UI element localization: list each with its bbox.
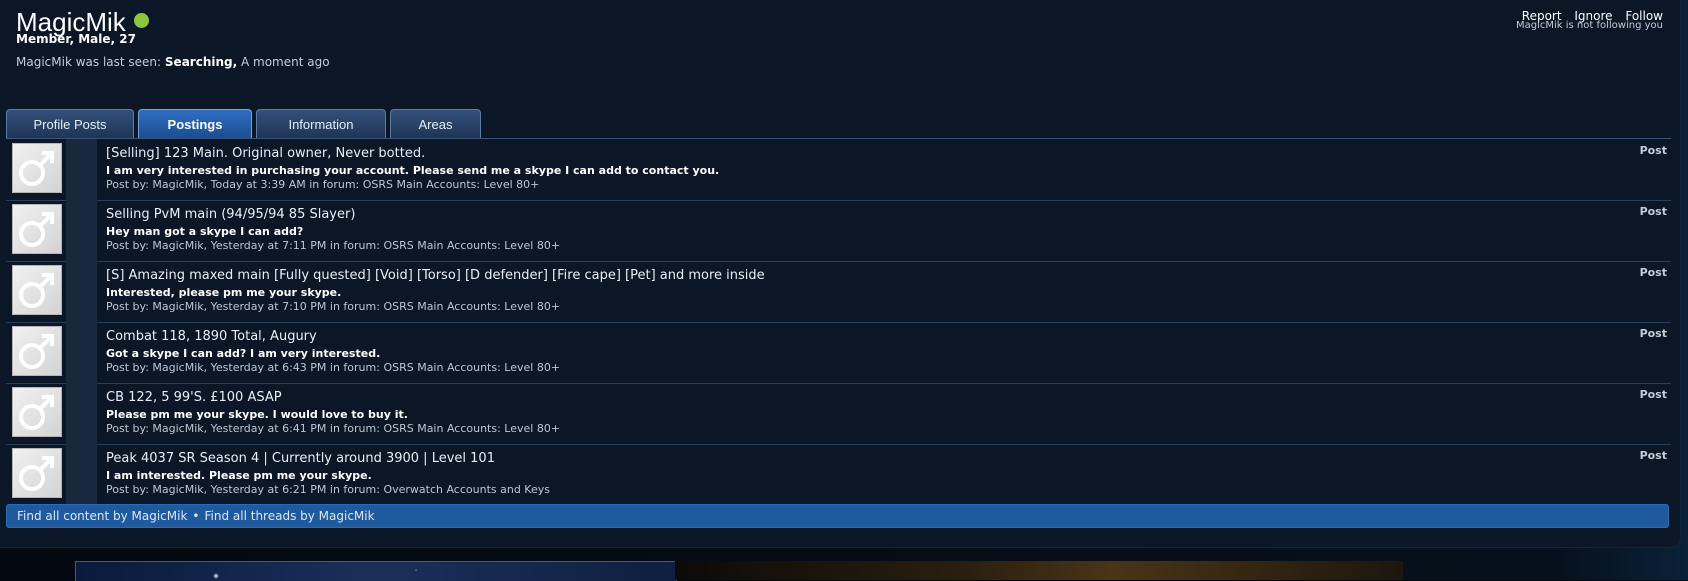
post-snippet: Got a skype I can add? I am very interes… xyxy=(106,347,381,360)
last-seen: MagicMik was last seen: Searching, A mom… xyxy=(16,55,330,69)
tab-postings[interactable]: Postings xyxy=(138,109,252,138)
footer-separator: • xyxy=(192,509,200,523)
post-type-label: Post xyxy=(1639,449,1667,462)
male-symbol-icon xyxy=(19,395,54,430)
last-seen-prefix: MagicMik was last seen: xyxy=(16,55,162,69)
post-snippet: I am very interested in purchasing your … xyxy=(106,164,720,177)
male-symbol-icon xyxy=(19,212,54,247)
tab-areas[interactable]: Areas xyxy=(390,109,481,138)
male-symbol-icon xyxy=(19,456,54,491)
post-meta: Post by: MagicMik, Yesterday at 6:43 PM … xyxy=(106,361,561,374)
male-symbol-icon xyxy=(19,151,54,186)
post-title-link[interactable]: Selling PvM main (94/95/94 85 Slayer) xyxy=(106,207,355,222)
post-snippet: Please pm me your skype. I would love to… xyxy=(106,408,408,421)
post-type-label: Post xyxy=(1639,205,1667,218)
list-item: Selling PvM main (94/95/94 85 Slayer) He… xyxy=(6,200,1671,262)
avatar[interactable] xyxy=(12,387,62,437)
list-item: [S] Amazing maxed main [Fully quested] [… xyxy=(6,261,1671,323)
avatar[interactable] xyxy=(12,448,62,498)
male-symbol-icon xyxy=(19,334,54,369)
avatar[interactable] xyxy=(12,326,62,376)
user-meta: Member, Male, 27 xyxy=(16,32,136,46)
row-gutter xyxy=(66,139,97,200)
profile-tabs: Profile Posts Postings Information Areas xyxy=(6,109,485,139)
online-status-icon xyxy=(133,13,149,28)
last-seen-time: A moment ago xyxy=(241,55,330,69)
post-snippet: Interested, please pm me your skype. xyxy=(106,286,342,299)
post-snippet: I am interested. Please pm me your skype… xyxy=(106,469,372,482)
list-item: CB 122, 5 99'S. £100 ASAP Please pm me y… xyxy=(6,383,1671,445)
find-all-threads-link[interactable]: Find all threads by MagicMik xyxy=(205,509,375,523)
post-title-link[interactable]: Combat 118, 1890 Total, Augury xyxy=(106,329,317,344)
post-type-label: Post xyxy=(1639,266,1667,279)
tab-profile-posts[interactable]: Profile Posts xyxy=(6,109,134,138)
row-gutter xyxy=(66,261,97,322)
post-type-label: Post xyxy=(1639,144,1667,157)
row-gutter xyxy=(66,444,97,505)
last-seen-activity: Searching, xyxy=(164,55,238,69)
post-title-link[interactable]: [S] Amazing maxed main [Fully quested] [… xyxy=(106,268,765,283)
row-gutter xyxy=(66,322,97,383)
follow-status: MagicMik is not following you xyxy=(1516,20,1663,31)
content-footer: Find all content by MagicMik • Find all … xyxy=(6,504,1669,528)
tab-information[interactable]: Information xyxy=(256,109,386,138)
background-banner-image xyxy=(675,561,1403,580)
profile-panel: MagicMik Member, Male, 27 MagicMik was l… xyxy=(0,0,1680,547)
postings-list: [Selling] 123 Main. Original owner, Neve… xyxy=(6,138,1671,505)
post-title-link[interactable]: [Selling] 123 Main. Original owner, Neve… xyxy=(106,146,425,161)
post-meta: Post by: MagicMik, Yesterday at 7:10 PM … xyxy=(106,300,561,313)
male-symbol-icon xyxy=(19,273,54,308)
avatar[interactable] xyxy=(12,204,62,254)
post-type-label: Post xyxy=(1639,327,1667,340)
row-gutter xyxy=(66,200,97,261)
avatar[interactable] xyxy=(12,143,62,193)
post-meta: Post by: MagicMik, Yesterday at 6:21 PM … xyxy=(106,483,550,496)
post-type-label: Post xyxy=(1639,388,1667,401)
list-item: Peak 4037 SR Season 4 | Currently around… xyxy=(6,444,1671,505)
post-title-link[interactable]: CB 122, 5 99'S. £100 ASAP xyxy=(106,390,282,405)
list-item: [Selling] 123 Main. Original owner, Neve… xyxy=(6,139,1671,201)
find-all-content-link[interactable]: Find all content by MagicMik xyxy=(17,509,187,523)
post-title-link[interactable]: Peak 4037 SR Season 4 | Currently around… xyxy=(106,451,495,466)
post-meta: Post by: MagicMik, Today at 3:39 AM in f… xyxy=(106,178,540,191)
post-meta: Post by: MagicMik, Yesterday at 7:11 PM … xyxy=(106,239,561,252)
row-gutter xyxy=(66,383,97,444)
post-meta: Post by: MagicMik, Yesterday at 6:41 PM … xyxy=(106,422,561,435)
background-banner-image xyxy=(75,561,677,581)
list-item: Combat 118, 1890 Total, Augury Got a sky… xyxy=(6,322,1671,384)
avatar[interactable] xyxy=(12,265,62,315)
post-snippet: Hey man got a skype I can add? xyxy=(106,225,304,238)
